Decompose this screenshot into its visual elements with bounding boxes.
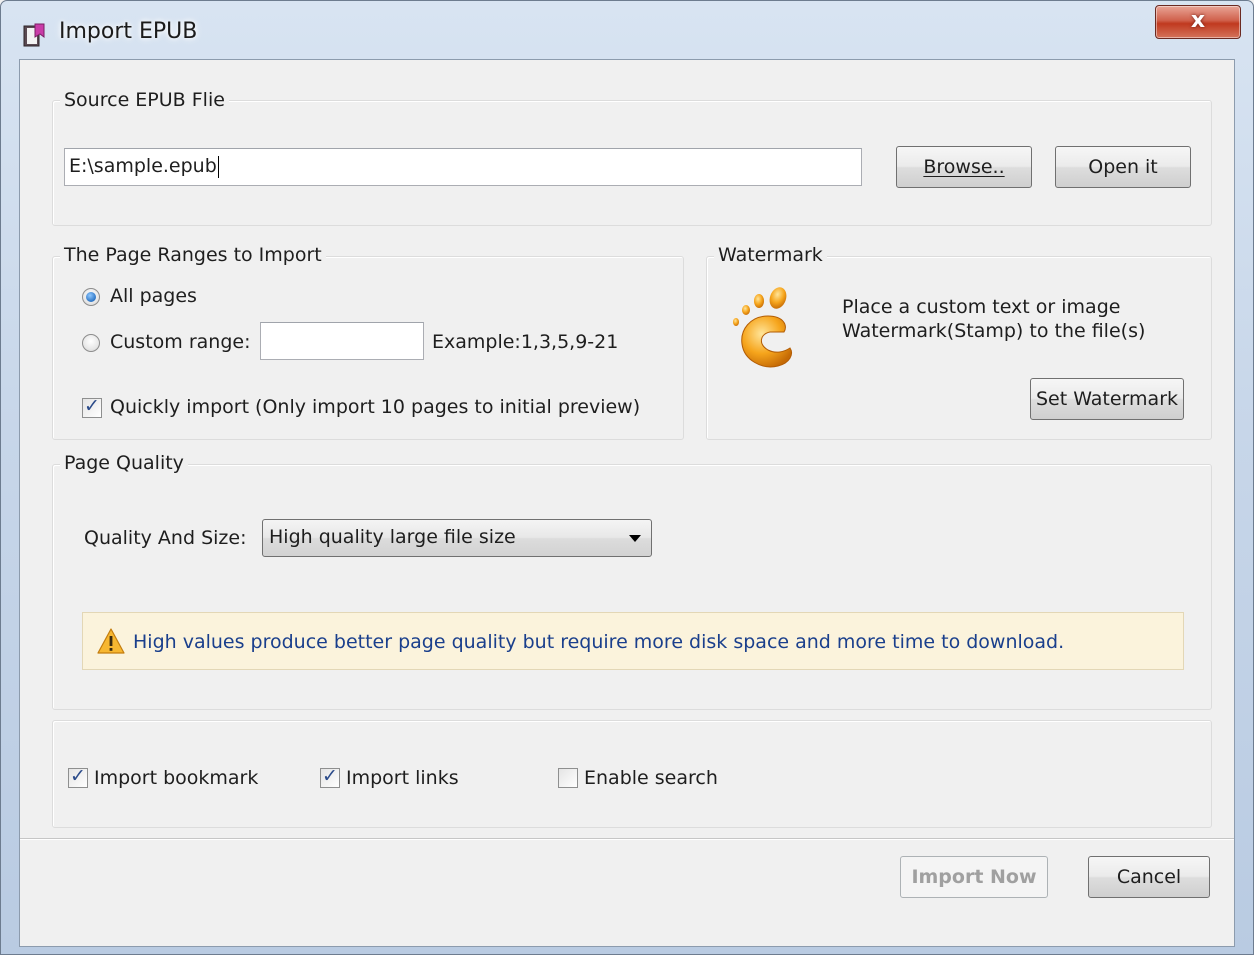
dialog-body: Source EPUB Flie E:\sample.epub Browse..… — [19, 59, 1235, 947]
checkmark-icon: ✓ — [322, 765, 338, 787]
watermark-group-label: Watermark — [714, 244, 827, 266]
import-now-button-label: Import Now — [911, 866, 1037, 888]
browse-button-label: Browse.. — [923, 156, 1005, 178]
cancel-button[interactable]: Cancel — [1088, 856, 1210, 898]
page-quality-group-label: Page Quality — [60, 452, 188, 474]
gimp-footprint-icon — [733, 287, 792, 368]
open-it-button[interactable]: Open it — [1055, 146, 1191, 188]
import-bookmark-label[interactable]: Import bookmark — [94, 767, 258, 789]
quality-size-dropdown[interactable]: High quality large file size — [262, 519, 652, 557]
close-icon: x — [1190, 8, 1206, 33]
checkmark-icon: ✓ — [84, 395, 100, 417]
quality-size-label: Quality And Size: — [84, 527, 247, 549]
import-now-button[interactable]: Import Now — [900, 856, 1048, 898]
custom-range-example: Example:1,3,5,9-21 — [432, 331, 619, 353]
app-icon — [23, 23, 45, 47]
source-path-value: E:\sample.epub — [69, 155, 217, 177]
warning-icon — [97, 628, 125, 654]
import-epub-dialog: Import EPUB x Source EPUB Flie E:\sample… — [0, 0, 1254, 955]
import-bookmark-checkbox[interactable]: ✓ — [68, 765, 88, 788]
custom-range-input[interactable] — [260, 322, 424, 360]
enable-search-label[interactable]: Enable search — [584, 767, 718, 789]
custom-range-label[interactable]: Custom range: — [110, 331, 250, 353]
title-bar[interactable]: Import EPUB x — [1, 1, 1253, 59]
checkmark-icon: ✓ — [70, 765, 86, 787]
page-quality-group — [52, 464, 1212, 710]
source-path-input[interactable]: E:\sample.epub — [64, 148, 862, 186]
text-caret — [217, 155, 219, 178]
import-links-label[interactable]: Import links — [346, 767, 459, 789]
chevron-down-icon — [629, 535, 641, 542]
custom-range-radio[interactable] — [82, 334, 100, 352]
close-button[interactable]: x — [1155, 5, 1241, 39]
all-pages-radio[interactable] — [82, 288, 100, 306]
quick-import-checkbox[interactable]: ✓ — [82, 395, 102, 418]
quality-size-selected: High quality large file size — [269, 526, 516, 548]
quality-warning-box: High values produce better page quality … — [82, 612, 1184, 670]
footer-separator — [20, 838, 1234, 840]
browse-button[interactable]: Browse.. — [896, 146, 1032, 188]
enable-search-checkbox[interactable] — [558, 768, 578, 788]
open-it-button-label: Open it — [1088, 156, 1158, 178]
window-title: Import EPUB — [59, 19, 198, 44]
import-links-checkbox[interactable]: ✓ — [320, 765, 340, 788]
quality-warning-text: High values produce better page quality … — [133, 631, 1065, 653]
set-watermark-button-label: Set Watermark — [1035, 388, 1179, 410]
source-file-group-label: Source EPUB Flie — [60, 89, 229, 111]
set-watermark-button[interactable]: Set Watermark — [1030, 378, 1184, 420]
quick-import-label[interactable]: Quickly import (Only import 10 pages to … — [110, 396, 640, 418]
all-pages-label[interactable]: All pages — [110, 285, 197, 307]
watermark-description-line1: Place a custom text or image — [842, 296, 1121, 318]
cancel-button-label: Cancel — [1116, 866, 1182, 888]
page-ranges-group-label: The Page Ranges to Import — [60, 244, 326, 266]
watermark-description-line2: Watermark(Stamp) to the file(s) — [842, 320, 1146, 342]
